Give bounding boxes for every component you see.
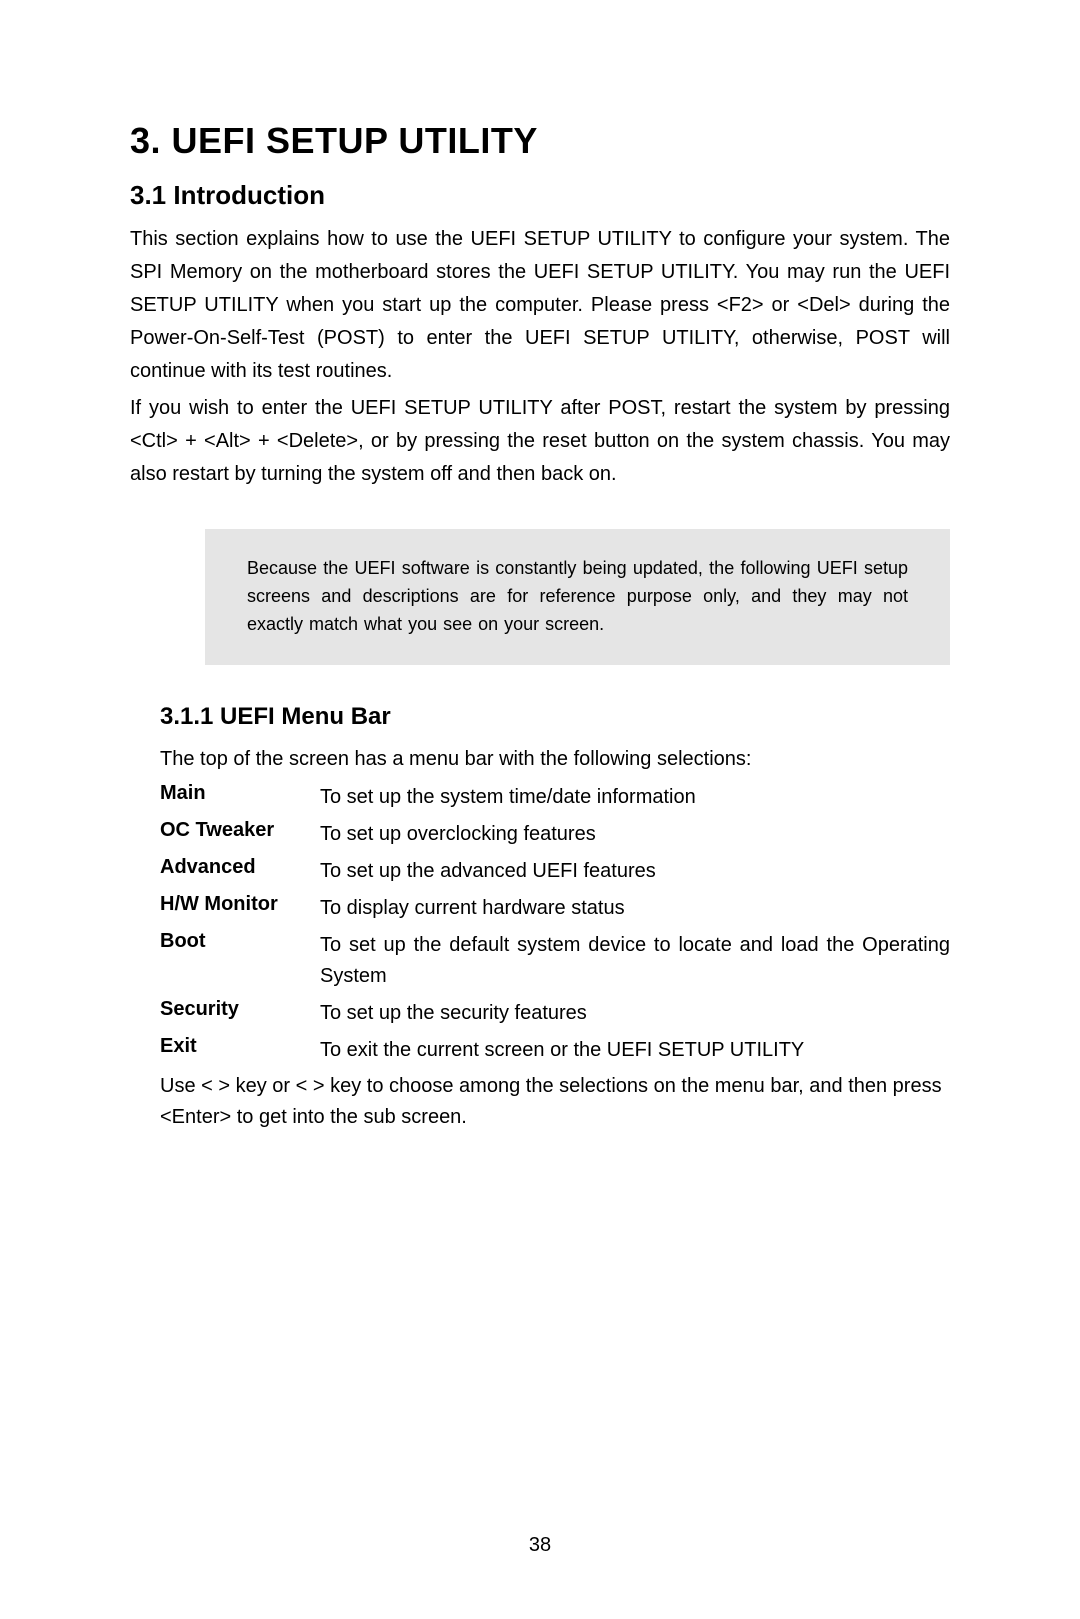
notice-box: Because the UEFI software is constantly … (205, 529, 950, 665)
menu-row-security: Security To set up the security features (160, 995, 950, 1032)
menu-label-boot: Boot (160, 927, 320, 995)
menu-label-exit: Exit (160, 1032, 320, 1069)
section-3-1-title: 3.1 Introduction (130, 180, 950, 211)
menu-desc-boot: To set up the default system device to l… (320, 927, 950, 995)
page-number: 38 (0, 1534, 1080, 1557)
menu-desc-security: To set up the security features (320, 995, 950, 1032)
menu-row-advanced: Advanced To set up the advanced UEFI fea… (160, 853, 950, 890)
menu-label-oc-tweaker: OC Tweaker (160, 816, 320, 853)
menu-row-boot: Boot To set up the default system device… (160, 927, 950, 995)
menu-desc-exit: To exit the current screen or the UEFI S… (320, 1032, 950, 1069)
menu-desc-main: To set up the system time/date informati… (320, 779, 950, 816)
page: 3. UEFI SETUP UTILITY 3.1 Introduction T… (0, 0, 1080, 1193)
menu-desc-advanced: To set up the advanced UEFI features (320, 853, 950, 890)
notice-text: Because the UEFI software is constantly … (247, 555, 908, 639)
chapter-title: 3. UEFI SETUP UTILITY (130, 120, 950, 162)
menu-desc-hw-monitor: To display current hardware status (320, 890, 950, 927)
subsection-3-1-1: 3.1.1 UEFI Menu Bar The top of the scree… (130, 703, 950, 1133)
menu-label-hw-monitor: H/W Monitor (160, 890, 320, 927)
intro-paragraph-2: If you wish to enter the UEFI SETUP UTIL… (130, 392, 950, 491)
menu-row-oc-tweaker: OC Tweaker To set up overclocking featur… (160, 816, 950, 853)
menu-label-advanced: Advanced (160, 853, 320, 890)
menu-row-hw-monitor: H/W Monitor To display current hardware … (160, 890, 950, 927)
menu-row-main: Main To set up the system time/date info… (160, 779, 950, 816)
menu-bar-closing: Use < > key or < > key to choose among t… (160, 1071, 950, 1133)
menu-bar-table: Main To set up the system time/date info… (160, 779, 950, 1069)
menu-row-exit: Exit To exit the current screen or the U… (160, 1032, 950, 1069)
intro-paragraph-1: This section explains how to use the UEF… (130, 223, 950, 388)
menu-label-main: Main (160, 779, 320, 816)
menu-label-security: Security (160, 995, 320, 1032)
menu-bar-intro: The top of the screen has a menu bar wit… (160, 743, 950, 775)
menu-desc-oc-tweaker: To set up overclocking features (320, 816, 950, 853)
subsection-title: 3.1.1 UEFI Menu Bar (160, 703, 950, 731)
